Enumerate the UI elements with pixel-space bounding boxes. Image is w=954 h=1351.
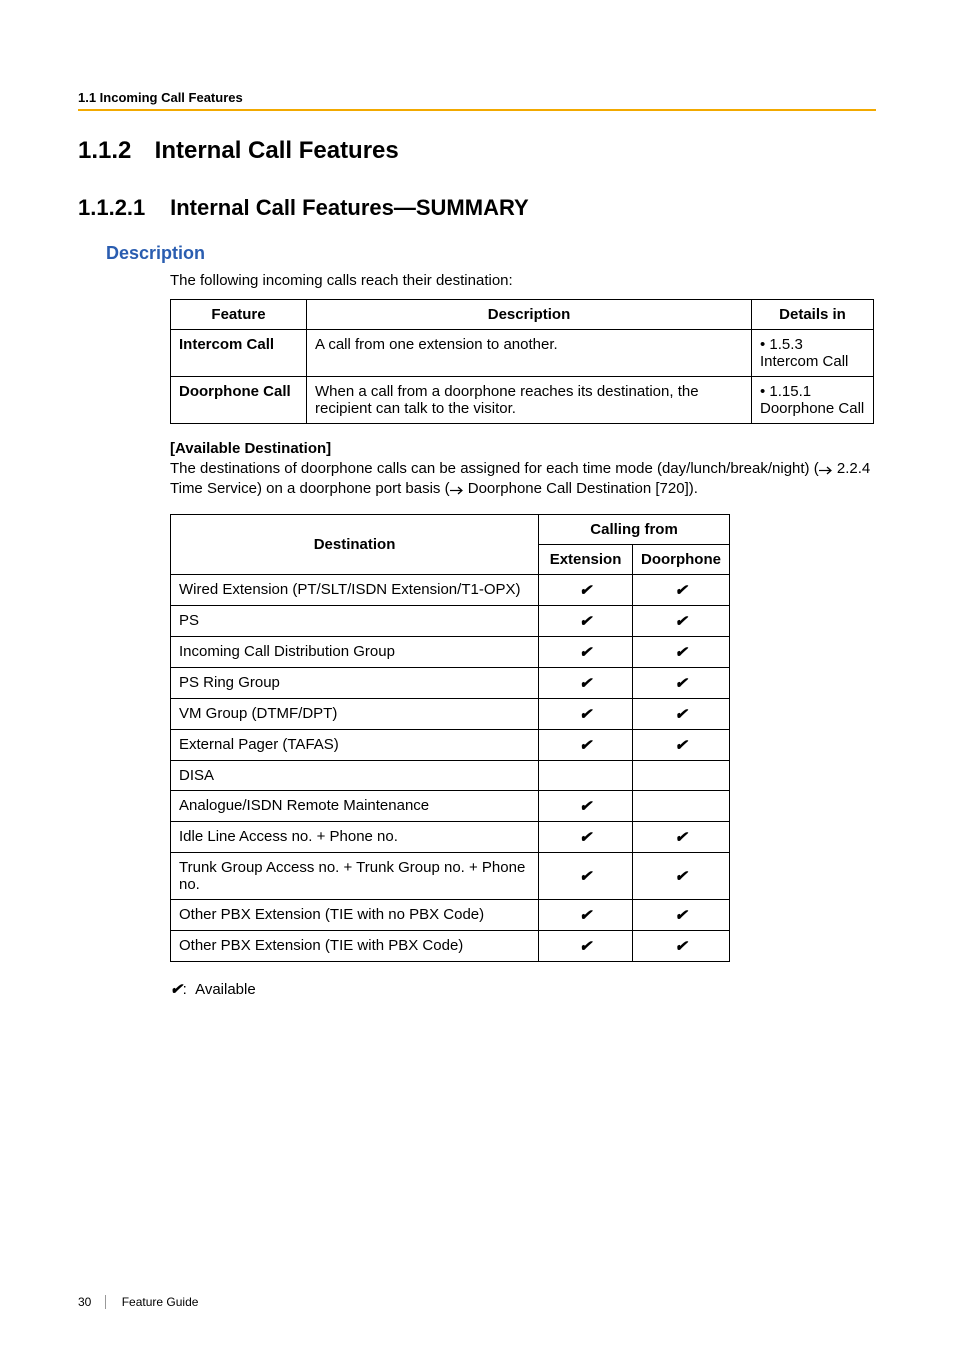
cell-description: When a call from a doorphone reaches its…: [307, 377, 752, 424]
arrow-icon: [819, 459, 833, 479]
cell-doorphone: [632, 760, 729, 790]
arrow-icon: [450, 479, 464, 499]
cell-extension: ✔: [539, 729, 633, 760]
header-rule: [78, 109, 876, 111]
cell-doorphone: ✔: [632, 729, 729, 760]
footer-title: Feature Guide: [122, 1295, 199, 1309]
table-row: VM Group (DTMF/DPT)✔✔: [171, 698, 730, 729]
cross-ref-link[interactable]: Doorphone Call Destination [720]: [464, 480, 689, 497]
cell-extension: ✔: [539, 930, 633, 961]
cell-feature: Intercom Call: [171, 330, 307, 377]
table-row: External Pager (TAFAS)✔✔: [171, 729, 730, 760]
subsection-title: Internal Call Features—SUMMARY: [170, 195, 529, 220]
cell-destination: External Pager (TAFAS): [171, 729, 539, 760]
cell-feature: Doorphone Call: [171, 377, 307, 424]
section-heading: 1.1.2 Internal Call Features: [78, 137, 876, 165]
cell-destination: Trunk Group Access no. + Trunk Group no.…: [171, 852, 539, 899]
col-header-destination: Destination: [171, 514, 539, 574]
legend-colon: :: [183, 981, 187, 998]
table-row: Intercom Call A call from one extension …: [171, 330, 874, 377]
cell-details: • 1.5.3 Intercom Call: [752, 330, 874, 377]
feature-table: Feature Description Details in Intercom …: [170, 299, 874, 424]
col-header-doorphone: Doorphone: [632, 544, 729, 574]
cell-doorphone: ✔: [632, 899, 729, 930]
cell-destination: Idle Line Access no. + Phone no.: [171, 821, 539, 852]
table-row: Idle Line Access no. + Phone no.✔✔: [171, 821, 730, 852]
col-header-description: Description: [307, 300, 752, 330]
cell-description: A call from one extension to another.: [307, 330, 752, 377]
col-header-feature: Feature: [171, 300, 307, 330]
subsection-heading: 1.1.2.1 Internal Call Features—SUMMARY: [78, 195, 876, 221]
cell-destination: PS: [171, 605, 539, 636]
table-row: PS✔✔: [171, 605, 730, 636]
available-destination-text: The destinations of doorphone calls can …: [170, 459, 876, 500]
table-row: Analogue/ISDN Remote Maintenance✔: [171, 790, 730, 821]
cell-extension: ✔: [539, 636, 633, 667]
table-row: Incoming Call Distribution Group✔✔: [171, 636, 730, 667]
cell-destination: Incoming Call Distribution Group: [171, 636, 539, 667]
available-destination-title: [Available Destination]: [170, 440, 876, 457]
cell-extension: ✔: [539, 852, 633, 899]
text-segment: ).: [689, 480, 698, 497]
intro-text: The following incoming calls reach their…: [170, 272, 876, 289]
cell-extension: ✔: [539, 574, 633, 605]
cell-doorphone: ✔: [632, 852, 729, 899]
check-icon: ✔: [170, 981, 183, 998]
cell-extension: ✔: [539, 605, 633, 636]
cell-doorphone: ✔: [632, 636, 729, 667]
table-row: Wired Extension (PT/SLT/ISDN Extension/T…: [171, 574, 730, 605]
table-row: DISA: [171, 760, 730, 790]
cell-doorphone: ✔: [632, 698, 729, 729]
col-header-calling-from: Calling from: [539, 514, 730, 544]
cell-doorphone: ✔: [632, 574, 729, 605]
table-row: Destination Calling from: [171, 514, 730, 544]
cell-doorphone: ✔: [632, 667, 729, 698]
table-row: Other PBX Extension (TIE with no PBX Cod…: [171, 899, 730, 930]
cell-extension: ✔: [539, 790, 633, 821]
cell-destination: PS Ring Group: [171, 667, 539, 698]
cell-destination: DISA: [171, 760, 539, 790]
running-header: 1.1 Incoming Call Features: [78, 90, 876, 105]
cell-doorphone: ✔: [632, 930, 729, 961]
col-header-details: Details in: [752, 300, 874, 330]
cell-destination: Other PBX Extension (TIE with no PBX Cod…: [171, 899, 539, 930]
table-row: Doorphone Call When a call from a doorph…: [171, 377, 874, 424]
cell-extension: [539, 760, 633, 790]
cell-doorphone: ✔: [632, 605, 729, 636]
page-footer: 30 Feature Guide: [78, 1295, 198, 1309]
subsection-number: 1.1.2.1: [78, 195, 164, 221]
legend-label: Available: [195, 981, 256, 998]
cell-extension: ✔: [539, 698, 633, 729]
table-row: Trunk Group Access no. + Trunk Group no.…: [171, 852, 730, 899]
cell-details: • 1.15.1 Doorphone Call: [752, 377, 874, 424]
cell-destination: Analogue/ISDN Remote Maintenance: [171, 790, 539, 821]
cell-destination: VM Group (DTMF/DPT): [171, 698, 539, 729]
text-segment: ) on a doorphone port basis (: [257, 480, 450, 497]
cell-destination: Wired Extension (PT/SLT/ISDN Extension/T…: [171, 574, 539, 605]
cell-destination: Other PBX Extension (TIE with PBX Code): [171, 930, 539, 961]
cell-doorphone: [632, 790, 729, 821]
section-title: Internal Call Features: [155, 137, 399, 164]
legend: ✔: Available: [170, 980, 876, 998]
page-number: 30: [78, 1295, 106, 1309]
cell-extension: ✔: [539, 821, 633, 852]
description-heading: Description: [106, 243, 876, 264]
col-header-extension: Extension: [539, 544, 633, 574]
table-row: Other PBX Extension (TIE with PBX Code)✔…: [171, 930, 730, 961]
table-row: PS Ring Group✔✔: [171, 667, 730, 698]
table-row: Feature Description Details in: [171, 300, 874, 330]
text-segment: The destinations of doorphone calls can …: [170, 460, 819, 477]
destination-table: Destination Calling from Extension Doorp…: [170, 514, 730, 962]
cell-extension: ✔: [539, 667, 633, 698]
cell-extension: ✔: [539, 899, 633, 930]
section-number: 1.1.2: [78, 137, 148, 165]
cell-doorphone: ✔: [632, 821, 729, 852]
